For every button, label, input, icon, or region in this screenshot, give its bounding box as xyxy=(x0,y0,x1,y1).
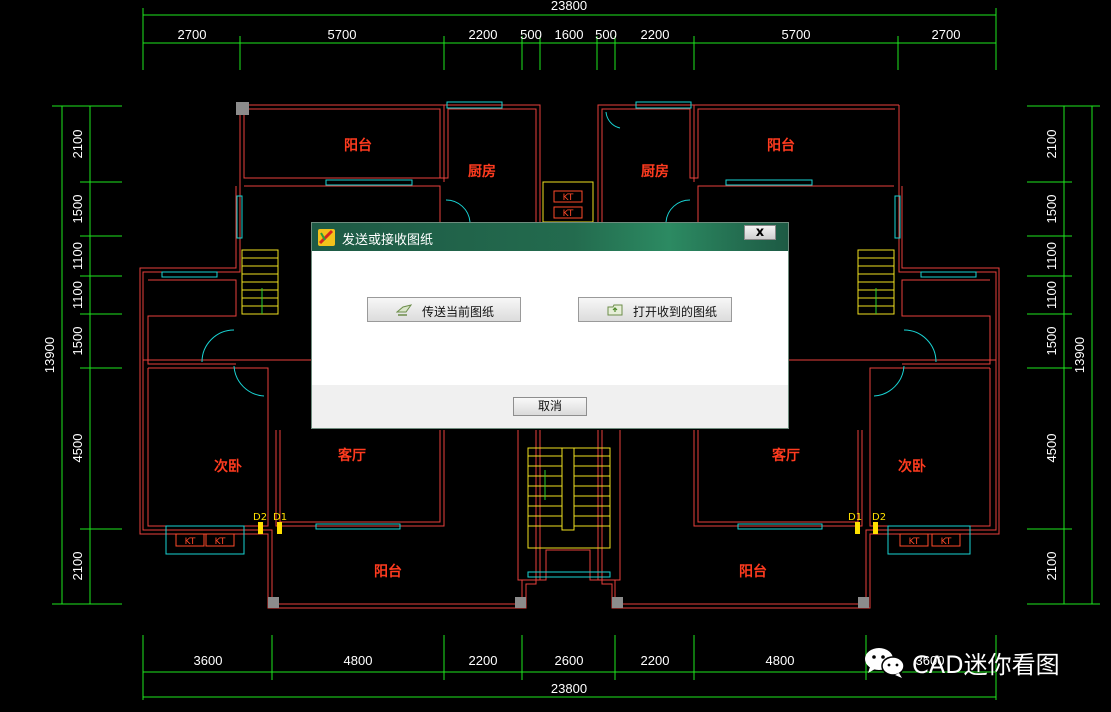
dim-left-total: 13900 xyxy=(42,337,57,373)
room-label-balcony: 阳台 xyxy=(374,563,402,580)
dim-top-segment: 1600 xyxy=(555,27,584,42)
open-received-drawing-label: 打开收到的图纸 xyxy=(633,305,718,319)
ac-label: KT xyxy=(941,537,952,547)
room-label-balcony: 阳台 xyxy=(767,137,795,154)
app-logo-icon xyxy=(318,229,335,246)
dim-left-segment: 1100 xyxy=(70,242,85,270)
dim-left-segment: 1100 xyxy=(70,281,85,309)
room-label-living: 客厅 xyxy=(337,447,366,464)
room-label-living: 客厅 xyxy=(771,447,800,464)
dim-left-segment: 1500 xyxy=(70,195,85,224)
dim-bottom-segment: 4800 xyxy=(344,653,373,668)
room-label-bedroom: 次卧 xyxy=(898,458,926,475)
dim-right-segment: 1500 xyxy=(1044,327,1059,356)
close-icon: x xyxy=(755,225,765,240)
dim-right-segment: 1500 xyxy=(1044,195,1059,224)
cancel-button[interactable]: 取消 xyxy=(513,397,587,416)
dim-left-segment: 2100 xyxy=(70,130,85,159)
watermark-text: CAD迷你看图 xyxy=(912,651,1060,679)
dim-bottom-segment: 2600 xyxy=(555,653,584,668)
send-receive-dialog: 发送或接收图纸 x 传送当前图纸 打开收到的图纸 取消 xyxy=(311,222,789,429)
dim-right-total: 13900 xyxy=(1072,337,1087,373)
dim-left-segment: 2100 xyxy=(70,552,85,581)
ac-label: KT xyxy=(563,193,574,203)
door-tag-d1: D1 xyxy=(273,512,287,523)
ac-label: KT xyxy=(909,537,920,547)
door-tag-d1: D1 xyxy=(848,512,862,523)
open-received-drawing-button[interactable]: 打开收到的图纸 xyxy=(578,297,732,322)
dim-top-segment: 5700 xyxy=(328,27,357,42)
ac-label: KT xyxy=(563,209,574,219)
dim-right-segment: 1100 xyxy=(1044,281,1059,309)
send-current-drawing-button[interactable]: 传送当前图纸 xyxy=(367,297,521,322)
open-folder-icon xyxy=(607,304,623,316)
dim-bottom-segment: 3600 xyxy=(194,653,223,668)
dim-bottom-segment: 2200 xyxy=(641,653,670,668)
dim-top-segment: 2700 xyxy=(178,27,207,42)
dim-bottom-total: 23800 xyxy=(551,681,587,696)
send-current-drawing-label: 传送当前图纸 xyxy=(422,305,495,319)
room-label-bedroom: 次卧 xyxy=(214,458,242,475)
close-button[interactable]: x xyxy=(744,225,776,240)
dim-left-segment: 4500 xyxy=(70,434,85,463)
dim-right-segment: 1100 xyxy=(1044,242,1059,270)
dialog-title: 发送或接收图纸 xyxy=(342,233,434,248)
dim-bottom-segment: 4800 xyxy=(766,653,795,668)
dim-right-segment: 2100 xyxy=(1044,552,1059,581)
dim-top-segment: 2700 xyxy=(932,27,961,42)
ac-label: KT xyxy=(215,537,226,547)
dim-top-segment: 500 xyxy=(595,27,617,42)
dim-top-segment: 5700 xyxy=(782,27,811,42)
dim-top-total: 23800 xyxy=(551,0,587,13)
dim-top-segment: 2200 xyxy=(469,27,498,42)
room-label-balcony: 阳台 xyxy=(739,563,767,580)
dialog-content: 传送当前图纸 打开收到的图纸 xyxy=(312,251,788,387)
dim-top-segment: 500 xyxy=(520,27,542,42)
wechat-icon xyxy=(865,648,905,678)
ac-label: KT xyxy=(185,537,196,547)
door-tag-d2: D2 xyxy=(253,512,267,523)
dim-right-segment: 4500 xyxy=(1044,434,1059,463)
dim-bottom-segment: 2200 xyxy=(469,653,498,668)
dialog-footer: 取消 xyxy=(312,385,788,428)
send-drawing-icon xyxy=(396,304,412,316)
room-label-kitchen: 厨房 xyxy=(641,163,669,180)
door-tag-d2: D2 xyxy=(872,512,886,523)
dim-top-segment: 2200 xyxy=(641,27,670,42)
dialog-titlebar[interactable]: 发送或接收图纸 x xyxy=(312,223,788,251)
dim-right-segment: 2100 xyxy=(1044,130,1059,159)
dim-left-segment: 1500 xyxy=(70,327,85,356)
room-label-balcony: 阳台 xyxy=(344,137,372,154)
room-label-kitchen: 厨房 xyxy=(468,163,496,180)
